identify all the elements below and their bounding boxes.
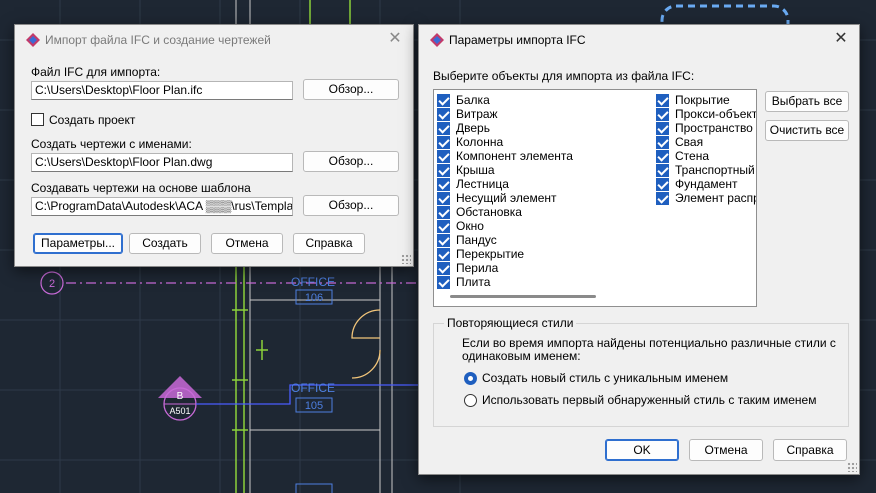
section-tag-bottom: A501 — [169, 406, 190, 416]
duplicate-styles-title: Повторяющиеся стили — [444, 316, 577, 330]
browse-ifc-button[interactable]: Обзор... — [303, 79, 399, 100]
object-types-list[interactable]: Балка Витраж Дверь Колонна Компонент элемент… — [433, 89, 757, 307]
object-type-checkbox[interactable] — [437, 234, 450, 247]
object-type-label: Лестница — [456, 177, 509, 191]
params-dialog-title: Параметры импорта IFC — [449, 33, 586, 47]
ok-button[interactable]: OK — [605, 439, 679, 461]
parameters-button[interactable]: Параметры... — [33, 233, 123, 254]
import-ifc-dialog: Импорт файла IFC и создание чертежей ✕ Ф… — [14, 24, 414, 267]
template-label: Создавать чертежи на основе шаблона — [31, 181, 251, 195]
duplicate-styles-text-2: одинаковым именем: — [462, 349, 581, 363]
app-logo-icon — [430, 33, 444, 47]
ifc-import-params-dialog: Параметры импорта IFC ✕ Выберите объекты… — [418, 24, 860, 475]
object-type-checkbox[interactable] — [656, 108, 669, 121]
object-type-label: Дверь — [456, 121, 490, 135]
object-type-checkbox[interactable] — [437, 276, 450, 289]
create-project-label: Создать проект — [49, 113, 136, 127]
object-type-checkbox[interactable] — [437, 206, 450, 219]
use-first-style-label: Использовать первый обнаруженный стиль с… — [482, 393, 817, 407]
drawing-names-label: Создать чертежи с именами: — [31, 137, 192, 151]
object-type-label: Балка — [456, 93, 490, 107]
drawing-names-field[interactable]: C:\Users\Desktop\Floor Plan.dwg — [31, 153, 293, 172]
object-type-checkbox[interactable] — [656, 122, 669, 135]
object-type-label: Транспортный э. — [675, 163, 756, 177]
params-cancel-button[interactable]: Отмена — [689, 439, 763, 461]
use-first-style-radio[interactable] — [464, 394, 477, 407]
object-type-label: Стена — [675, 149, 710, 163]
object-type-checkbox[interactable] — [437, 248, 450, 261]
object-type-checkbox[interactable] — [656, 94, 669, 107]
cancel-button[interactable]: Отмена — [211, 233, 283, 254]
object-type-label: Фундамент — [675, 177, 738, 191]
browse-template-button[interactable]: Обзор... — [303, 195, 399, 216]
duplicate-styles-group: Повторяющиеся стили Если во время импорт… — [433, 316, 849, 427]
object-type-label: Обстановка — [456, 205, 522, 219]
object-type-label: Покрытие — [675, 93, 730, 107]
import-dialog-title: Импорт файла IFC и создание чертежей — [45, 33, 271, 47]
object-type-checkbox[interactable] — [437, 150, 450, 163]
object-type-checkbox[interactable] — [437, 178, 450, 191]
duplicate-styles-text-1: Если во время импорта найдены потенциаль… — [462, 336, 836, 350]
params-dialog-titlebar[interactable]: Параметры импорта IFC ✕ — [419, 25, 859, 55]
import-dialog-titlebar[interactable]: Импорт файла IFC и создание чертежей ✕ — [15, 25, 413, 55]
object-type-checkbox[interactable] — [656, 164, 669, 177]
help-button[interactable]: Справка — [293, 233, 365, 254]
select-objects-label: Выберите объекты для импорта из файла IF… — [433, 69, 695, 83]
ifc-file-field[interactable]: C:\Users\Desktop\Floor Plan.ifc — [31, 81, 293, 100]
object-type-checkbox[interactable] — [437, 262, 450, 275]
room-name-106: OFFICE — [291, 275, 335, 289]
template-field[interactable]: C:\ProgramData\Autodesk\ACA ▒▒▒\rus\Temp… — [31, 197, 293, 216]
create-unique-style-radio[interactable] — [464, 372, 477, 385]
grid-bubble-label: 2 — [49, 278, 55, 290]
object-type-label: Компонент элемента — [456, 149, 573, 163]
object-type-label: Прокси-объект д — [675, 107, 757, 121]
object-type-checkbox[interactable] — [437, 192, 450, 205]
object-type-checkbox[interactable] — [656, 178, 669, 191]
resize-grip[interactable] — [401, 254, 411, 264]
room-number-105: 105 — [305, 400, 323, 412]
object-type-label: Элемент распре. — [675, 191, 756, 205]
object-type-label: Несущий элемент — [456, 191, 557, 205]
object-type-label: Пространство — [675, 121, 753, 135]
object-type-label: Пандус — [456, 233, 497, 247]
object-type-checkbox[interactable] — [656, 136, 669, 149]
object-type-checkbox[interactable] — [437, 122, 450, 135]
close-icon[interactable]: ✕ — [387, 31, 403, 47]
object-type-label: Витраж — [456, 107, 498, 121]
close-icon[interactable]: ✕ — [833, 31, 849, 47]
object-type-checkbox[interactable] — [437, 164, 450, 177]
create-unique-style-label: Создать новый стиль с уникальным именем — [482, 371, 729, 385]
object-type-checkbox[interactable] — [437, 108, 450, 121]
object-type-label: Плита — [456, 275, 491, 289]
params-help-button[interactable]: Справка — [773, 439, 847, 461]
object-type-label: Окно — [456, 219, 484, 233]
room-name-105: OFFICE — [291, 381, 335, 395]
object-type-checkbox[interactable] — [437, 94, 450, 107]
object-type-label: Перекрытие — [456, 247, 525, 261]
app-logo-icon — [26, 33, 40, 47]
object-type-checkbox[interactable] — [656, 150, 669, 163]
room-number-106: 106 — [305, 292, 323, 304]
horizontal-scrollbar[interactable] — [450, 295, 596, 298]
section-tag-top: B — [177, 391, 184, 402]
object-type-label: Крыша — [456, 163, 495, 177]
object-type-label: Колонна — [456, 135, 504, 149]
select-all-button[interactable]: Выбрать все — [765, 91, 849, 112]
browse-names-button[interactable]: Обзор... — [303, 151, 399, 172]
ifc-file-label: Файл IFC для импорта: — [31, 65, 161, 79]
create-project-checkbox[interactable] — [31, 113, 44, 126]
object-type-label: Свая — [675, 135, 704, 149]
object-type-checkbox[interactable] — [656, 192, 669, 205]
clear-all-button[interactable]: Очистить все — [765, 120, 849, 141]
resize-grip[interactable] — [847, 462, 857, 472]
object-type-checkbox[interactable] — [437, 136, 450, 149]
object-type-label: Перила — [456, 261, 499, 275]
object-type-checkbox[interactable] — [437, 220, 450, 233]
create-button[interactable]: Создать — [129, 233, 201, 254]
